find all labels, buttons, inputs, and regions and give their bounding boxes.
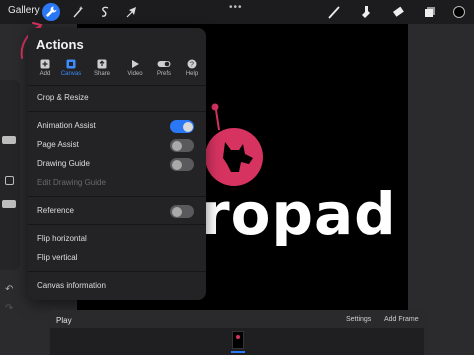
timeline-settings-button[interactable]: Settings xyxy=(346,316,371,323)
modify-button[interactable] xyxy=(5,176,14,185)
animation-assist-item[interactable]: Animation Assist xyxy=(28,117,206,135)
divider xyxy=(28,224,206,225)
help-icon: ? xyxy=(187,59,197,69)
divider xyxy=(28,111,206,112)
animation-timeline: Play Settings Add Frame xyxy=(48,310,426,355)
edit-drawing-guide-item: Edit Drawing Guide xyxy=(37,178,106,187)
page-assist-item[interactable]: Page Assist xyxy=(28,136,206,154)
magic-wand-icon[interactable] xyxy=(69,3,87,21)
layers-icon[interactable] xyxy=(421,3,439,21)
frame-thumbnail[interactable] xyxy=(232,331,244,349)
toggle-icon xyxy=(157,61,171,67)
crop-resize-item[interactable]: Crop & Resize xyxy=(28,89,206,107)
brush-icon[interactable] xyxy=(325,3,343,21)
flip-horizontal-item[interactable]: Flip horizontal xyxy=(28,230,206,248)
canvas-information-item[interactable]: Canvas information xyxy=(28,277,206,295)
share-icon xyxy=(97,59,107,69)
actions-tabs: Add Canvas Share Video Prefs ? Help xyxy=(32,59,202,79)
actions-panel: Actions Add Canvas Share Video Prefs ? H… xyxy=(28,28,206,300)
plus-icon xyxy=(40,59,50,69)
animation-assist-toggle[interactable] xyxy=(170,120,194,133)
arrow-cursor-icon[interactable] xyxy=(123,3,141,21)
drawing-guide-toggle[interactable] xyxy=(170,158,194,171)
svg-text:?: ? xyxy=(190,62,194,69)
logo-antenna xyxy=(211,103,220,131)
tab-video[interactable]: Video xyxy=(122,59,148,77)
smudge-icon[interactable] xyxy=(357,3,375,21)
reference-item[interactable]: Reference xyxy=(28,202,206,220)
opacity-slider[interactable] xyxy=(2,200,16,208)
dog-silhouette-icon xyxy=(223,142,253,172)
divider xyxy=(28,271,206,272)
page-assist-toggle[interactable] xyxy=(170,139,194,152)
drawing-guide-item[interactable]: Drawing Guide xyxy=(28,155,206,173)
play-button[interactable]: Play xyxy=(56,316,72,325)
tab-add[interactable]: Add xyxy=(32,59,58,77)
undo-icon[interactable]: ↶ xyxy=(5,284,13,295)
reference-toggle[interactable] xyxy=(170,205,194,218)
panel-title: Actions xyxy=(36,37,84,52)
tab-canvas[interactable]: Canvas xyxy=(58,59,84,77)
gallery-button[interactable]: Gallery xyxy=(8,5,40,16)
tab-help[interactable]: ? Help xyxy=(179,59,205,77)
top-toolbar: Gallery ••• xyxy=(0,0,474,24)
brush-size-slider[interactable] xyxy=(2,136,16,144)
logo-circle xyxy=(205,128,263,186)
tab-share[interactable]: Share xyxy=(89,59,115,77)
more-options-icon[interactable]: ••• xyxy=(229,2,243,13)
left-sidebar xyxy=(0,80,20,270)
add-frame-button[interactable]: Add Frame xyxy=(384,316,419,323)
flip-vertical-item[interactable]: Flip vertical xyxy=(28,249,206,267)
selected-frame-indicator xyxy=(231,351,245,353)
canvas-icon xyxy=(66,59,76,69)
tab-prefs[interactable]: Prefs xyxy=(151,59,177,77)
divider xyxy=(28,85,206,86)
color-swatch[interactable] xyxy=(450,3,468,21)
eraser-icon[interactable] xyxy=(389,3,407,21)
frame-strip xyxy=(50,328,424,355)
divider xyxy=(28,196,206,197)
selection-s-icon[interactable] xyxy=(96,3,114,21)
canvas-text: ropad xyxy=(201,180,397,248)
play-icon xyxy=(132,60,139,68)
redo-icon[interactable]: ↷ xyxy=(5,303,13,314)
